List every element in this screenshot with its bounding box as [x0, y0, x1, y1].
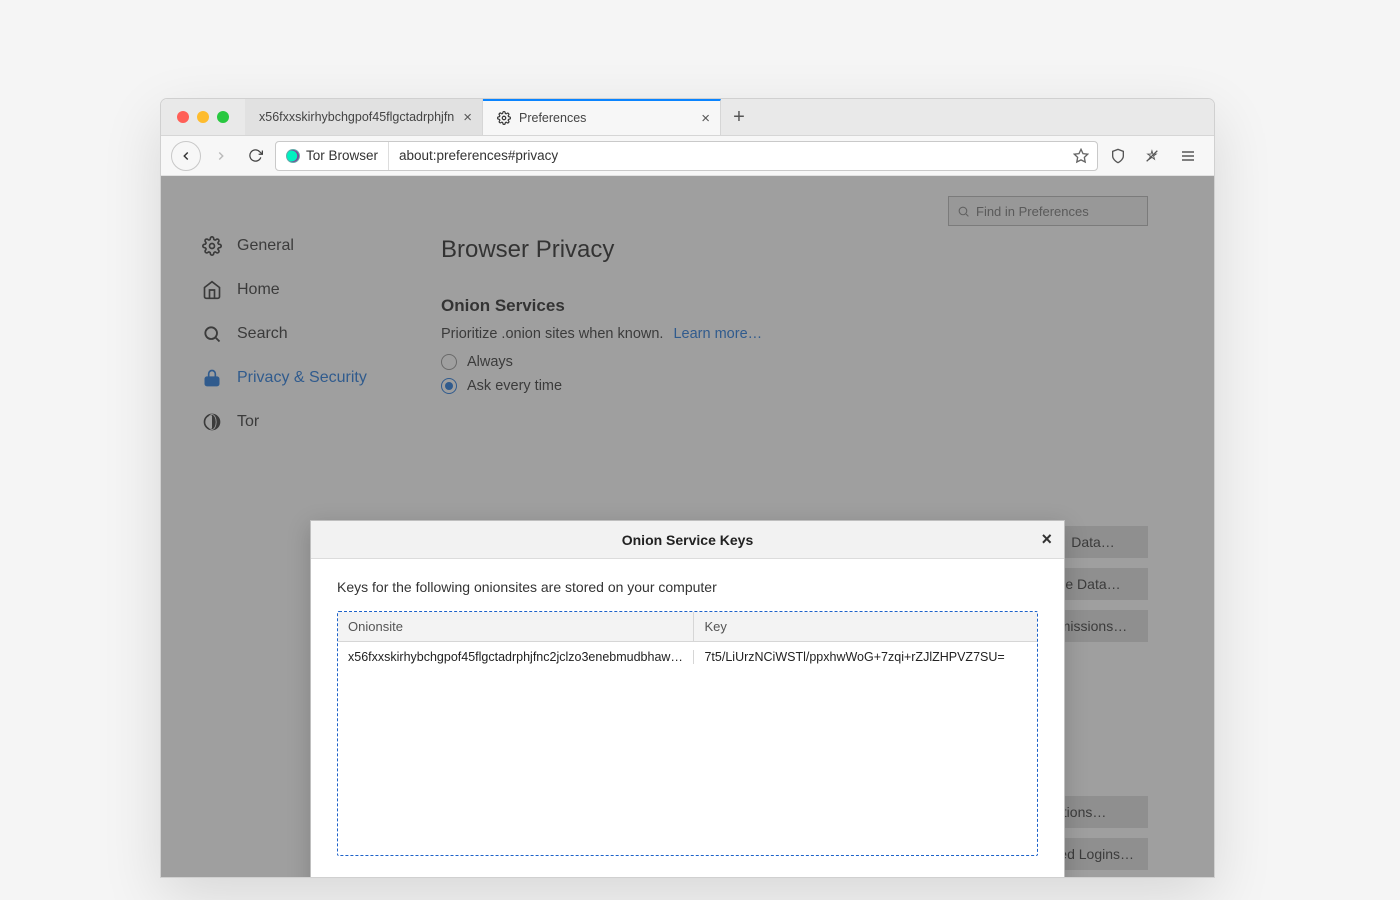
cell-key: 7t5/LiUrzNCiWSTl/ppxhwWoG+7zqi+rZJlZHPVZ… [694, 650, 1037, 664]
dialog-footer: Remove Remove All [311, 872, 1064, 877]
close-window-button[interactable] [177, 111, 189, 123]
gear-icon [497, 111, 511, 125]
col-key[interactable]: Key [694, 612, 1037, 641]
minimize-window-button[interactable] [197, 111, 209, 123]
bookmark-star-icon[interactable] [1073, 148, 1089, 164]
tab-strip: x56fxxskirhybchgpof45flgctadrphjfn × Pre… [161, 99, 1214, 136]
dialog-title: Onion Service Keys [622, 532, 754, 548]
col-onionsite[interactable]: Onionsite [338, 612, 694, 641]
maximize-window-button[interactable] [217, 111, 229, 123]
url-bar[interactable]: Tor Browser about:preferences#privacy [275, 141, 1098, 171]
window-controls [161, 99, 245, 135]
onion-identity-icon [286, 149, 300, 163]
onion-keys-dialog: Onion Service Keys × Keys for the follow… [310, 520, 1065, 877]
new-tab-button[interactable]: + [721, 99, 757, 135]
back-button[interactable] [171, 141, 201, 171]
tab-preferences[interactable]: Preferences × [483, 99, 721, 135]
identity-box[interactable]: Tor Browser [276, 142, 389, 170]
url-text: about:preferences#privacy [389, 148, 1065, 163]
browser-window: x56fxxskirhybchgpof45flgctadrphjfn × Pre… [160, 98, 1215, 878]
close-tab-icon[interactable]: × [701, 110, 710, 127]
tab-label: x56fxxskirhybchgpof45flgctadrphjfn [259, 110, 457, 124]
identity-label: Tor Browser [306, 148, 378, 163]
keys-table[interactable]: Onionsite Key x56fxxskirhybchgpof45flgct… [337, 611, 1038, 856]
close-dialog-icon[interactable]: × [1041, 529, 1052, 550]
cell-onionsite: x56fxxskirhybchgpof45flgctadrphjfnc2jclz… [338, 650, 694, 664]
close-tab-icon[interactable]: × [463, 109, 472, 126]
dialog-header: Onion Service Keys × [311, 521, 1064, 559]
reload-button[interactable] [241, 142, 269, 170]
app-menu-button[interactable] [1172, 148, 1204, 164]
tab-onionsite[interactable]: x56fxxskirhybchgpof45flgctadrphjfn × [245, 99, 483, 135]
shield-icon[interactable] [1104, 142, 1132, 170]
security-level-icon[interactable] [1138, 142, 1166, 170]
forward-button[interactable] [207, 142, 235, 170]
tab-label: Preferences [519, 111, 695, 125]
nav-toolbar: Tor Browser about:preferences#privacy [161, 136, 1214, 176]
table-row[interactable]: x56fxxskirhybchgpof45flgctadrphjfnc2jclz… [338, 642, 1037, 672]
table-header: Onionsite Key [338, 612, 1037, 642]
dialog-intro: Keys for the following onionsites are st… [337, 579, 1038, 595]
